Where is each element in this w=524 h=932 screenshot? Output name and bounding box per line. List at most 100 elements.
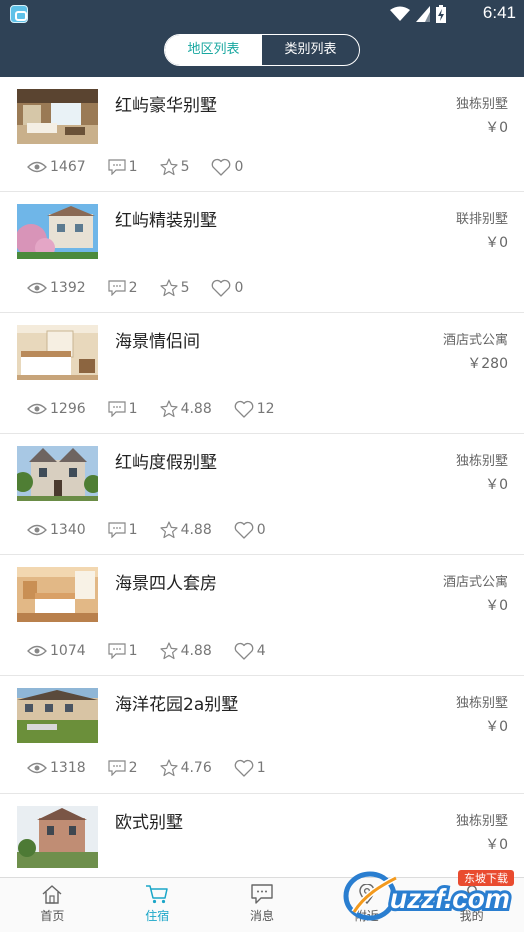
likes-count: 12 — [256, 401, 275, 417]
listing-card[interactable]: 红屿度假别墅 独栋别墅 ￥0 1340 1 4.88 0 — [0, 434, 524, 555]
listing-card[interactable]: 海景四人套房 酒店式公寓 ￥0 1074 1 4.88 4 — [0, 555, 524, 676]
likes-stat[interactable]: 1 — [234, 759, 266, 777]
eye-icon — [27, 524, 47, 536]
views-count: 1318 — [50, 760, 86, 776]
heart-icon — [234, 759, 254, 777]
likes-count: 1 — [256, 760, 266, 776]
message-icon — [251, 884, 273, 904]
listing-price: ￥0 — [485, 477, 508, 493]
comments-count: 1 — [128, 401, 138, 417]
listing-card[interactable]: 海景情侣间 酒店式公寓 ￥280 1296 1 4.88 12 — [0, 313, 524, 434]
comments-stat[interactable]: 1 — [108, 643, 138, 659]
listing-price: ￥0 — [485, 120, 508, 136]
rating-stat: 5 — [159, 279, 190, 297]
rating-value: 4.76 — [180, 760, 212, 776]
status-icons — [390, 5, 446, 23]
listing-title: 海洋花园2a别墅 — [115, 695, 239, 715]
likes-stat[interactable]: 0 — [211, 158, 243, 176]
star-icon — [159, 400, 178, 418]
listing-card[interactable]: 红屿精装别墅 联排别墅 ￥0 1392 2 5 0 — [0, 192, 524, 313]
comments-count: 2 — [128, 280, 138, 296]
comments-stat[interactable]: 1 — [108, 522, 138, 538]
listing-title: 海景情侣间 — [115, 332, 200, 352]
wifi-icon — [390, 6, 410, 21]
listing-type: 酒店式公寓 — [442, 575, 508, 590]
comments-stat[interactable]: 1 — [108, 401, 138, 417]
comments-stat[interactable]: 2 — [108, 760, 138, 776]
listing-price: ￥0 — [485, 235, 508, 251]
cart-icon — [146, 885, 168, 904]
rating-stat: 4.76 — [159, 759, 212, 777]
listing-card[interactable]: 红屿豪华别墅 独栋别墅 ￥0 1467 1 5 0 — [0, 77, 524, 192]
comments-count: 1 — [128, 159, 138, 175]
tab-category-list[interactable]: 类别列表 — [262, 35, 359, 65]
eye-icon — [27, 645, 47, 657]
rating-stat: 4.88 — [159, 400, 212, 418]
star-icon — [159, 158, 178, 176]
listing-type: 独栋别墅 — [455, 97, 508, 112]
listing-photo — [17, 688, 98, 743]
listing-photo — [17, 567, 98, 622]
listing-stats: 1392 2 5 0 — [27, 278, 265, 298]
nav-lodging-label: 住宿 — [145, 909, 170, 923]
listing-price: ￥280 — [467, 356, 508, 372]
views-count: 1392 — [50, 280, 86, 296]
comments-count: 2 — [128, 760, 138, 776]
comment-icon — [108, 159, 126, 175]
listing-type: 联排别墅 — [455, 212, 508, 227]
listing-stats: 1467 1 5 0 — [27, 157, 265, 177]
listing-title: 红屿精装别墅 — [115, 211, 217, 231]
rating-value: 4.88 — [180, 643, 212, 659]
comment-icon — [108, 280, 126, 296]
views-count: 1296 — [50, 401, 86, 417]
listing-type: 酒店式公寓 — [442, 333, 508, 348]
listing-stats: 1296 1 4.88 12 — [27, 399, 297, 419]
heart-icon — [212, 279, 231, 297]
listing-title: 海景四人套房 — [115, 574, 217, 594]
status-time: 6:41 — [482, 3, 516, 22]
likes-stat[interactable]: 12 — [234, 400, 275, 418]
listing-photo — [17, 204, 98, 259]
rating-value: 5 — [180, 280, 190, 296]
rating-value: 5 — [180, 159, 190, 175]
nav-home[interactable]: 首页 — [0, 878, 105, 932]
heart-icon — [234, 400, 254, 418]
comments-count: 1 — [128, 522, 138, 538]
nav-messages[interactable]: 消息 — [210, 878, 315, 932]
likes-stat[interactable]: 0 — [211, 279, 243, 297]
eye-icon — [27, 762, 47, 774]
listing-card[interactable]: 海洋花园2a别墅 独栋别墅 ￥0 1318 2 4.76 1 — [0, 676, 524, 794]
comment-icon — [108, 401, 126, 417]
listing-title: 红屿豪华别墅 — [115, 96, 217, 116]
likes-stat[interactable]: 0 — [234, 521, 266, 539]
listing-stats: 1074 1 4.88 4 — [27, 641, 288, 661]
views-stat: 1340 — [27, 522, 86, 538]
nav-lodging[interactable]: 住宿 — [105, 878, 210, 932]
listing-price: ￥0 — [485, 837, 508, 853]
site-watermark: uzzf.com 东坡下载 — [340, 866, 520, 928]
likes-stat[interactable]: 4 — [234, 642, 266, 660]
comment-icon — [108, 643, 126, 659]
views-count: 1340 — [50, 522, 86, 538]
listing-photo — [17, 89, 98, 144]
star-icon — [159, 642, 178, 660]
rating-value: 4.88 — [180, 522, 212, 538]
nav-messages-label: 消息 — [249, 909, 274, 923]
views-stat: 1318 — [27, 760, 86, 776]
eye-icon — [27, 403, 47, 415]
comment-icon — [108, 760, 126, 776]
battery-charging-icon — [436, 5, 446, 23]
listing-type: 独栋别墅 — [455, 454, 508, 469]
star-icon — [159, 759, 178, 777]
star-icon — [159, 279, 178, 297]
rating-value: 4.88 — [180, 401, 212, 417]
nav-home-label: 首页 — [40, 909, 65, 923]
tab-region-list[interactable]: 地区列表 — [165, 35, 262, 65]
listing-photo — [17, 446, 98, 501]
star-icon — [159, 521, 178, 539]
comments-stat[interactable]: 1 — [108, 159, 138, 175]
listing-photo — [17, 325, 98, 380]
comments-stat[interactable]: 2 — [108, 280, 138, 296]
rating-stat: 5 — [159, 158, 190, 176]
listing-price: ￥0 — [485, 598, 508, 614]
